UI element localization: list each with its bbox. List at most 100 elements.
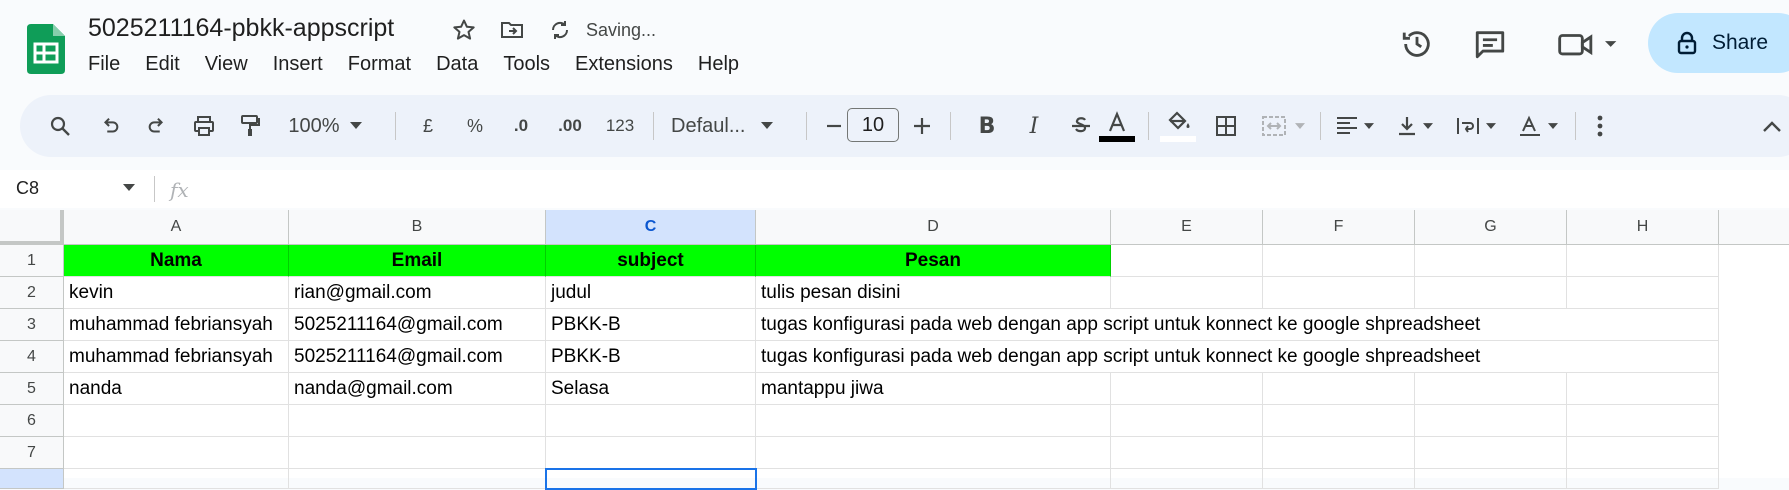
row-header-1[interactable]: 1 xyxy=(0,245,64,277)
menu-insert[interactable]: Insert xyxy=(273,53,323,76)
row-header-4[interactable]: 4 xyxy=(0,341,64,373)
sheets-logo-icon[interactable] xyxy=(27,24,65,74)
row-header-8[interactable] xyxy=(0,469,64,489)
cell-d8[interactable] xyxy=(756,469,1111,489)
increase-decimal-button[interactable]: .00 xyxy=(550,95,590,157)
cell-g6[interactable] xyxy=(1415,405,1567,437)
cell-d5[interactable]: mantappu jiwa xyxy=(756,373,1111,405)
search-icon[interactable] xyxy=(40,95,80,157)
cell-a3[interactable]: muhammad febriansyah xyxy=(64,309,289,341)
print-icon[interactable] xyxy=(184,95,224,157)
cell-e5[interactable] xyxy=(1111,373,1263,405)
cell-b5[interactable]: nanda@gmail.com xyxy=(289,373,546,405)
row-header-5[interactable]: 5 xyxy=(0,373,64,405)
cell-e8[interactable] xyxy=(1111,469,1263,489)
undo-icon[interactable] xyxy=(90,95,130,157)
number-format-button[interactable]: 123 xyxy=(600,95,640,157)
cell-a2[interactable]: kevin xyxy=(64,277,289,309)
video-camera-icon[interactable] xyxy=(1553,24,1623,64)
cell-b4[interactable]: 5025211164@gmail.com xyxy=(289,341,546,373)
menu-view[interactable]: View xyxy=(205,53,248,76)
document-title[interactable]: 5025211164-pbkk-appscript xyxy=(88,14,394,43)
text-wrapping-icon[interactable] xyxy=(1450,95,1502,157)
chevron-down-icon[interactable] xyxy=(123,184,135,192)
cell-g1[interactable] xyxy=(1415,245,1567,277)
active-cell-c8[interactable] xyxy=(545,468,757,490)
cell-e2[interactable] xyxy=(1111,277,1263,309)
cell-c5[interactable]: Selasa xyxy=(546,373,756,405)
cell-h8[interactable] xyxy=(1567,469,1719,489)
decrease-decimal-button[interactable]: .0 xyxy=(503,95,539,157)
menu-data[interactable]: Data xyxy=(436,53,478,76)
menu-extensions[interactable]: Extensions xyxy=(575,53,673,76)
cloud-sync-icon[interactable] xyxy=(546,16,574,44)
fill-color-icon[interactable] xyxy=(1156,95,1200,157)
cell-g8[interactable] xyxy=(1415,469,1567,489)
cell-h1[interactable] xyxy=(1567,245,1719,277)
cell-h7[interactable] xyxy=(1567,437,1719,469)
strikethrough-icon[interactable] xyxy=(1064,95,1098,157)
font-select[interactable]: Defaul... xyxy=(665,95,805,157)
cell-c4[interactable]: PBKK-B xyxy=(546,341,756,373)
cell-d6[interactable] xyxy=(756,405,1111,437)
column-header-h[interactable]: H xyxy=(1567,210,1719,245)
cell-b7[interactable] xyxy=(289,437,546,469)
cell-f7[interactable] xyxy=(1263,437,1415,469)
column-header-c[interactable]: C xyxy=(546,210,756,245)
column-header-e[interactable]: E xyxy=(1111,210,1263,245)
format-currency-button[interactable]: £ xyxy=(413,95,443,157)
comment-icon[interactable] xyxy=(1470,24,1510,64)
cell-b3[interactable]: 5025211164@gmail.com xyxy=(289,309,546,341)
cell-c6[interactable] xyxy=(546,405,756,437)
column-header-i[interactable] xyxy=(1719,210,1789,245)
cell-h2[interactable] xyxy=(1567,277,1719,309)
menu-tools[interactable]: Tools xyxy=(503,53,550,76)
more-options-icon[interactable] xyxy=(1585,95,1615,157)
cell-g5[interactable] xyxy=(1415,373,1567,405)
cell-f1[interactable] xyxy=(1263,245,1415,277)
cell-f6[interactable] xyxy=(1263,405,1415,437)
cell-e1[interactable] xyxy=(1111,245,1263,277)
cell-f2[interactable] xyxy=(1263,277,1415,309)
cell-h6[interactable] xyxy=(1567,405,1719,437)
paint-format-icon[interactable] xyxy=(230,95,270,157)
cell-b8[interactable] xyxy=(289,469,546,489)
menu-help[interactable]: Help xyxy=(698,53,739,76)
cell-c3[interactable]: PBKK-B xyxy=(546,309,756,341)
history-icon[interactable] xyxy=(1397,24,1437,64)
column-header-a[interactable]: A xyxy=(64,210,289,245)
formula-input[interactable] xyxy=(205,172,1785,206)
text-color-icon[interactable] xyxy=(1095,95,1139,157)
menu-file[interactable]: File xyxy=(88,53,120,76)
cell-d1[interactable]: Pesan xyxy=(756,245,1111,277)
cell-a4[interactable]: muhammad febriansyah xyxy=(64,341,289,373)
cell-f8[interactable] xyxy=(1263,469,1415,489)
column-header-g[interactable]: G xyxy=(1415,210,1567,245)
cell-c1[interactable]: subject xyxy=(546,245,756,277)
cell-a1[interactable]: Nama xyxy=(64,245,289,277)
cell-d4[interactable]: tugas konfigurasi pada web dengan app sc… xyxy=(756,341,1719,373)
cell-b1[interactable]: Email xyxy=(289,245,546,277)
borders-icon[interactable] xyxy=(1206,95,1246,157)
cell-c7[interactable] xyxy=(546,437,756,469)
menu-format[interactable]: Format xyxy=(348,53,411,76)
row-header-2[interactable]: 2 xyxy=(0,277,64,309)
row-header-7[interactable]: 7 xyxy=(0,437,64,469)
column-header-d[interactable]: D xyxy=(756,210,1111,245)
cell-a7[interactable] xyxy=(64,437,289,469)
cell-b2[interactable]: rian@gmail.com xyxy=(289,277,546,309)
select-all-corner[interactable] xyxy=(0,210,64,245)
increase-font-size-button[interactable] xyxy=(905,95,939,157)
cell-g2[interactable] xyxy=(1415,277,1567,309)
redo-icon[interactable] xyxy=(137,95,177,157)
zoom-select[interactable]: 100% xyxy=(280,95,370,157)
cell-b6[interactable] xyxy=(289,405,546,437)
horizontal-align-icon[interactable] xyxy=(1330,95,1380,157)
font-size-input[interactable]: 10 xyxy=(847,108,899,142)
cell-f5[interactable] xyxy=(1263,373,1415,405)
cell-c2[interactable]: judul xyxy=(546,277,756,309)
move-to-folder-icon[interactable] xyxy=(498,16,526,44)
chevron-up-icon[interactable] xyxy=(1755,95,1789,157)
cell-d3[interactable]: tugas konfigurasi pada web dengan app sc… xyxy=(756,309,1719,341)
cell-a8[interactable] xyxy=(64,469,289,489)
